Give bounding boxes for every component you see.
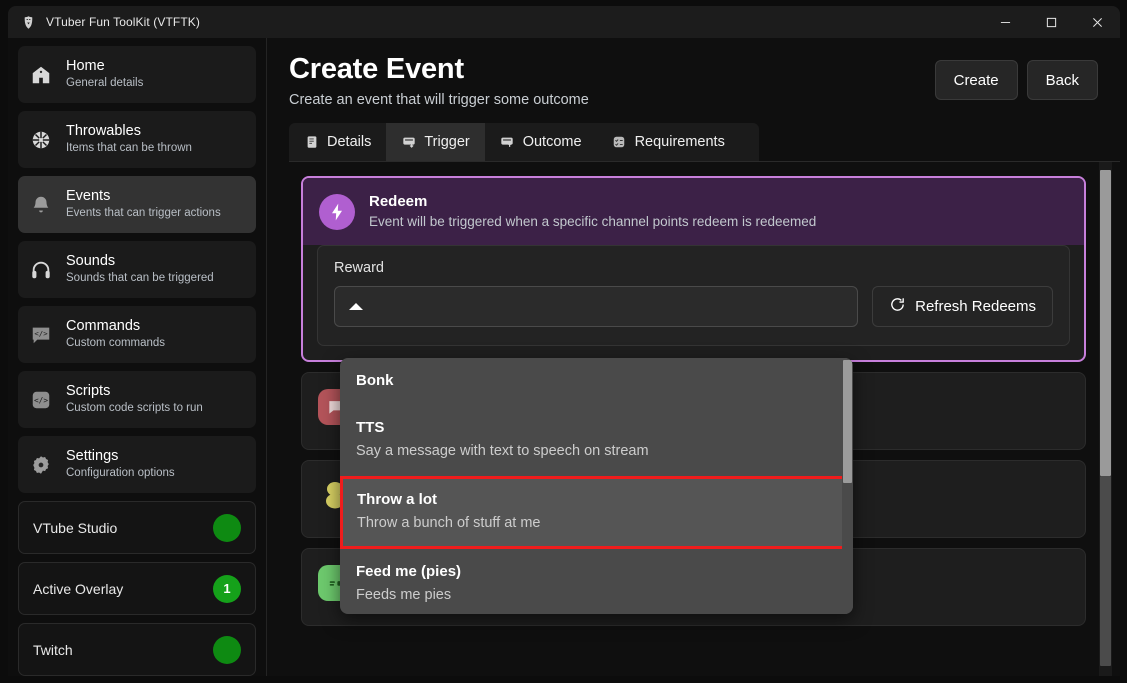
sidebar-item-settings[interactable]: Settings Configuration options — [18, 436, 256, 493]
sidebar-item-sublabel: Custom code scripts to run — [66, 401, 203, 416]
page-title: Create Event — [289, 52, 935, 87]
inbox-down-icon — [401, 135, 416, 150]
event-card-header: Redeem Event will be triggered when a sp… — [303, 178, 1084, 245]
svg-text:</>: </> — [34, 396, 48, 405]
page-subtitle: Create an event that will trigger some o… — [289, 91, 935, 110]
dropdown-option-title: Feed me (pies) — [356, 562, 837, 581]
tab-requirements[interactable]: Requirements — [597, 123, 740, 161]
sidebar-item-label: Sounds — [66, 253, 214, 270]
tab-bar: Details Trigger Outcome — [289, 123, 759, 161]
sidebar-item-events[interactable]: Events Events that can trigger actions — [18, 176, 256, 233]
refresh-redeems-label: Refresh Redeems — [915, 298, 1036, 315]
status-twitch[interactable]: Twitch — [18, 623, 256, 676]
code-square-icon: </> — [28, 387, 54, 413]
lightning-icon — [319, 194, 355, 230]
sidebar-item-sublabel: Sounds that can be triggered — [66, 271, 214, 286]
tab-label: Requirements — [635, 134, 725, 150]
tab-label: Details — [327, 134, 371, 150]
tab-label: Trigger — [424, 134, 469, 150]
app-window: VTuber Fun ToolKit (VTFTK) Home Gener — [8, 6, 1120, 676]
sidebar: Home General details Throwables Items th… — [8, 38, 267, 676]
status-badge — [213, 514, 241, 542]
scrollbar-thumb-lower[interactable] — [1100, 476, 1111, 666]
chevron-up-icon — [349, 303, 363, 310]
inbox-up-icon — [500, 135, 515, 150]
sidebar-item-sublabel: Items that can be thrown — [66, 141, 192, 156]
title-bar: VTuber Fun ToolKit (VTFTK) — [8, 6, 1120, 38]
redeem-config-body: Reward — [317, 245, 1070, 346]
sidebar-item-sublabel: Events that can trigger actions — [66, 206, 221, 221]
sidebar-item-sublabel: Custom commands — [66, 336, 165, 351]
dropdown-option-sub: Say a message with text to speech on str… — [356, 442, 837, 461]
svg-text:</>: </> — [34, 328, 48, 337]
dropdown-option-title: TTS — [356, 418, 837, 437]
back-button[interactable]: Back — [1027, 60, 1098, 100]
scrollbar-thumb[interactable] — [1100, 170, 1111, 476]
status-label: VTube Studio — [33, 520, 117, 536]
dropdown-option-tts[interactable]: TTS Say a message with text to speech on… — [340, 405, 853, 476]
status-label: Active Overlay — [33, 581, 123, 597]
refresh-icon — [889, 296, 906, 317]
tab-label: Outcome — [523, 134, 582, 150]
bell-icon — [28, 192, 54, 218]
reward-dropdown-menu[interactable]: Bonk TTS Say a message with text to spee… — [340, 358, 853, 614]
tab-outcome[interactable]: Outcome — [485, 123, 597, 161]
close-button[interactable] — [1074, 6, 1120, 38]
sidebar-item-throwables[interactable]: Throwables Items that can be thrown — [18, 111, 256, 168]
header-actions: Create Back — [935, 60, 1098, 100]
window-controls — [982, 6, 1120, 38]
sidebar-item-label: Throwables — [66, 123, 192, 140]
ball-icon — [28, 127, 54, 153]
reward-select[interactable] — [334, 286, 858, 327]
sidebar-item-commands[interactable]: </> Commands Custom commands — [18, 306, 256, 363]
sidebar-item-sublabel: Configuration options — [66, 466, 175, 481]
status-label: Twitch — [33, 642, 73, 658]
sidebar-item-label: Scripts — [66, 383, 203, 400]
app-shield-icon — [20, 14, 36, 30]
dropdown-option-throw-a-lot[interactable]: Throw a lot Throw a bunch of stuff at me — [340, 476, 853, 549]
maximize-button[interactable] — [1028, 6, 1074, 38]
home-icon — [28, 62, 54, 88]
page-header: Create Event Create an event that will t… — [289, 38, 1120, 110]
sidebar-item-sounds[interactable]: Sounds Sounds that can be triggered — [18, 241, 256, 298]
gear-icon — [28, 452, 54, 478]
code-bubble-icon: </> — [28, 322, 54, 348]
sidebar-item-label: Commands — [66, 318, 165, 335]
checklist-icon — [612, 135, 627, 150]
status-active-overlay[interactable]: Active Overlay 1 — [18, 562, 256, 615]
tab-trigger[interactable]: Trigger — [386, 123, 484, 161]
event-description: Event will be triggered when a specific … — [369, 213, 816, 231]
dropdown-option-sub: Feeds me pies — [356, 586, 837, 605]
dropdown-scrollbar-thumb[interactable] — [843, 360, 852, 483]
dropdown-option-title: Bonk — [356, 371, 837, 390]
status-vtube-studio[interactable]: VTube Studio — [18, 501, 256, 554]
refresh-redeems-button[interactable]: Refresh Redeems — [872, 286, 1053, 327]
reward-field-label: Reward — [334, 260, 1053, 276]
dropdown-option-sub: Throw a bunch of stuff at me — [357, 514, 836, 533]
sidebar-item-label: Events — [66, 188, 221, 205]
dropdown-scrollbar-track[interactable] — [842, 358, 853, 614]
event-card-redeem[interactable]: Redeem Event will be triggered when a sp… — [301, 176, 1086, 362]
window-title: VTuber Fun ToolKit (VTFTK) — [46, 15, 200, 29]
sidebar-item-home[interactable]: Home General details — [18, 46, 256, 103]
create-button[interactable]: Create — [935, 60, 1018, 100]
dropdown-option-feed-me-pies[interactable]: Feed me (pies) Feeds me pies — [340, 549, 853, 614]
headphones-icon — [28, 257, 54, 283]
dropdown-option-bonk[interactable]: Bonk — [340, 358, 853, 405]
minimize-button[interactable] — [982, 6, 1028, 38]
event-name: Redeem — [369, 192, 816, 211]
sidebar-item-sublabel: General details — [66, 76, 143, 91]
sidebar-item-label: Settings — [66, 448, 175, 465]
tab-details[interactable]: Details — [289, 123, 386, 161]
sidebar-item-label: Home — [66, 58, 143, 75]
status-badge: 1 — [213, 575, 241, 603]
sidebar-item-scripts[interactable]: </> Scripts Custom code scripts to run — [18, 371, 256, 428]
status-badge — [213, 636, 241, 664]
reward-dropdown-list: Bonk TTS Say a message with text to spee… — [340, 358, 853, 614]
dropdown-option-title: Throw a lot — [357, 490, 836, 509]
document-icon — [304, 135, 319, 150]
